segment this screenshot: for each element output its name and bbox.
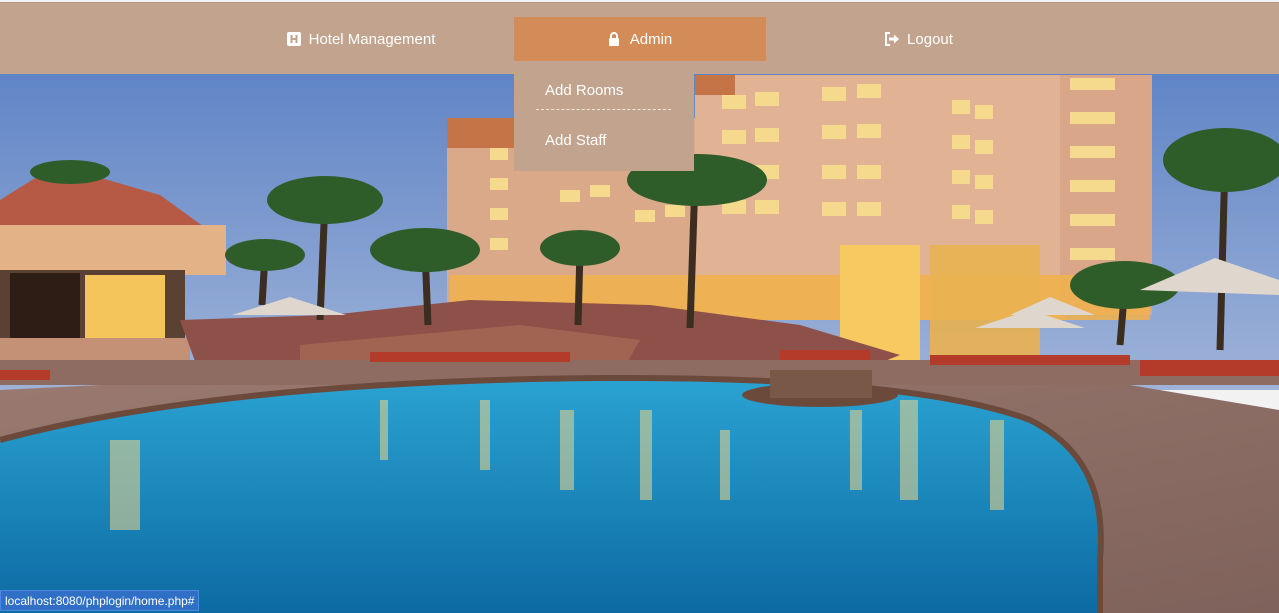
nav-admin-label: Admin [629,30,673,48]
nav-hotel-management[interactable]: Hotel Management [235,17,487,61]
nav-admin[interactable]: Admin [514,17,766,61]
menu-item-add-rooms[interactable]: Add Rooms [545,82,623,99]
lock-icon [608,32,622,46]
menu-item-label: Add Rooms [545,82,624,99]
sign-out-icon [885,32,900,46]
hotel-icon [286,32,301,46]
top-navbar: Hotel Management Admin Logout [0,2,1279,74]
admin-dropdown-menu: Add Rooms Add Staff [514,74,694,171]
menu-item-add-staff[interactable]: Add Staff [545,132,606,149]
nav-logout-label: Logout [907,30,953,48]
menu-item-label: Add Staff [545,132,607,149]
nav-logout[interactable]: Logout [793,17,1045,61]
menu-divider [536,109,671,110]
browser-status-url: localhost:8080/phplogin/home.php# [0,590,200,611]
nav-hotel-label: Hotel Management [308,30,436,48]
